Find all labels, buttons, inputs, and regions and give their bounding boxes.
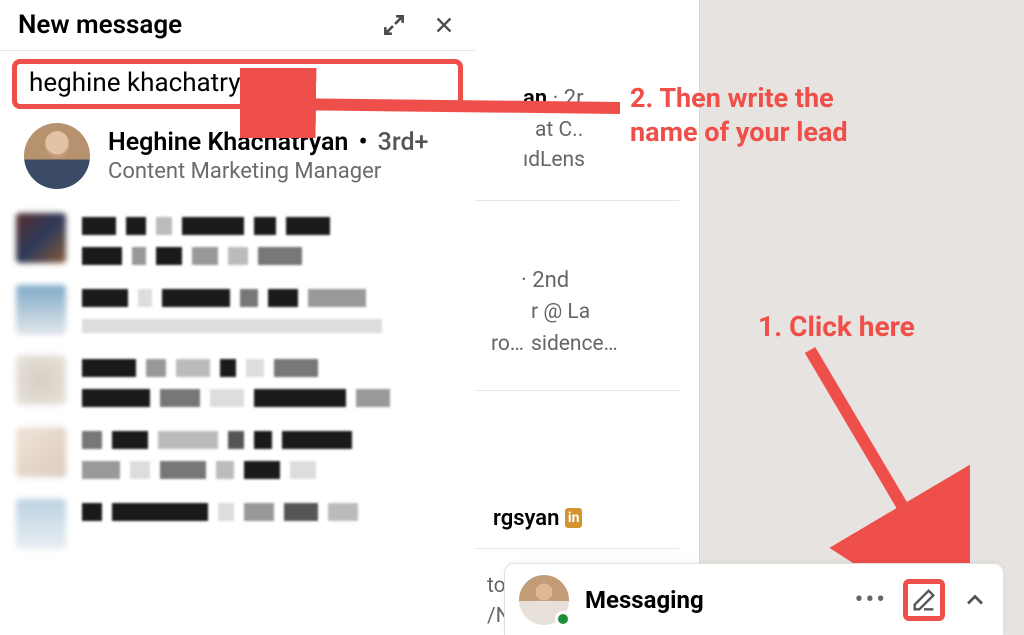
annotation-step-2: 2. Then write the name of your lead xyxy=(630,82,890,150)
connection-degree: 3rd+ xyxy=(378,128,429,157)
compose-button-highlight xyxy=(903,579,945,621)
compose-icon[interactable] xyxy=(910,586,938,614)
chevron-up-icon[interactable] xyxy=(961,586,989,614)
presence-indicator-icon xyxy=(555,611,571,627)
annotation-step-1: 1. Click here xyxy=(758,310,915,343)
composer-header: New message xyxy=(0,0,475,51)
composer-header-icons xyxy=(381,12,457,38)
suggestion-name: Heghine Khachatryan xyxy=(108,128,348,157)
more-options-icon[interactable]: ••• xyxy=(855,585,887,615)
list-item xyxy=(10,345,465,417)
avatar[interactable] xyxy=(519,575,569,625)
list-item xyxy=(10,203,465,275)
close-icon[interactable] xyxy=(431,12,457,38)
suggestion-subtitle: Content Marketing Manager xyxy=(108,159,428,184)
dock-title: Messaging xyxy=(585,586,839,614)
composer-title: New message xyxy=(18,10,182,40)
expand-icon[interactable] xyxy=(381,12,407,38)
arrow-to-compose xyxy=(790,340,970,570)
list-item xyxy=(10,417,465,489)
suggestion-row[interactable]: Heghine Khachatryan • 3rd+ Content Marke… xyxy=(0,113,475,203)
new-message-composer: New message Heghine Khachatryan xyxy=(0,0,475,635)
separator-dot: • xyxy=(359,128,368,157)
linkedin-badge-icon: in xyxy=(565,508,583,528)
recipient-search-input[interactable] xyxy=(29,68,446,98)
search-box-highlight xyxy=(12,59,463,109)
suggestion-text: Heghine Khachatryan • 3rd+ Content Marke… xyxy=(108,128,428,184)
messaging-dock[interactable]: Messaging ••• xyxy=(504,563,1004,635)
list-item xyxy=(10,275,465,345)
avatar xyxy=(24,123,90,189)
search-area xyxy=(0,51,475,113)
list-item xyxy=(10,489,465,559)
blurred-suggestions xyxy=(0,203,475,559)
